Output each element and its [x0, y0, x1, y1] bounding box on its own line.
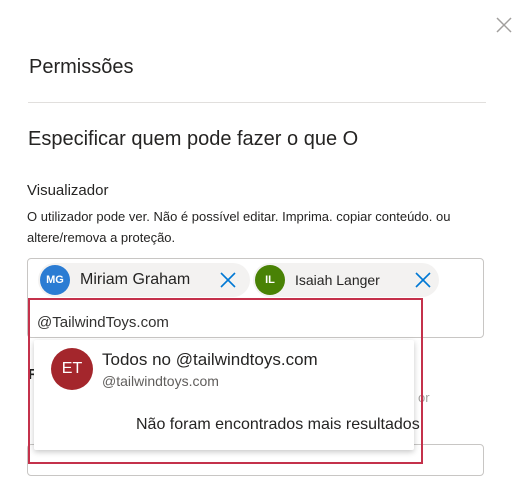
- role-label: Visualizador: [27, 182, 109, 199]
- avatar: MG: [40, 265, 70, 295]
- dialog-title: Permissões: [29, 56, 134, 78]
- remove-icon[interactable]: [413, 270, 433, 290]
- person-chip-isaiah[interactable]: IL Isaiah Langer: [253, 263, 439, 297]
- avatar: IL: [255, 265, 285, 295]
- role-description: O utilizador pode ver. Não é possível ed…: [27, 209, 451, 245]
- title-divider: [28, 102, 486, 103]
- person-name: Isaiah Langer: [295, 272, 380, 288]
- person-chip-miriam[interactable]: MG Miriam Graham: [38, 263, 250, 297]
- section-heading: Especificar quem pode fazer o que O: [28, 128, 359, 150]
- remove-icon[interactable]: [218, 270, 238, 290]
- person-name: Miriam Graham: [80, 271, 191, 288]
- highlight-box: [28, 298, 423, 464]
- close-icon[interactable]: [493, 14, 515, 36]
